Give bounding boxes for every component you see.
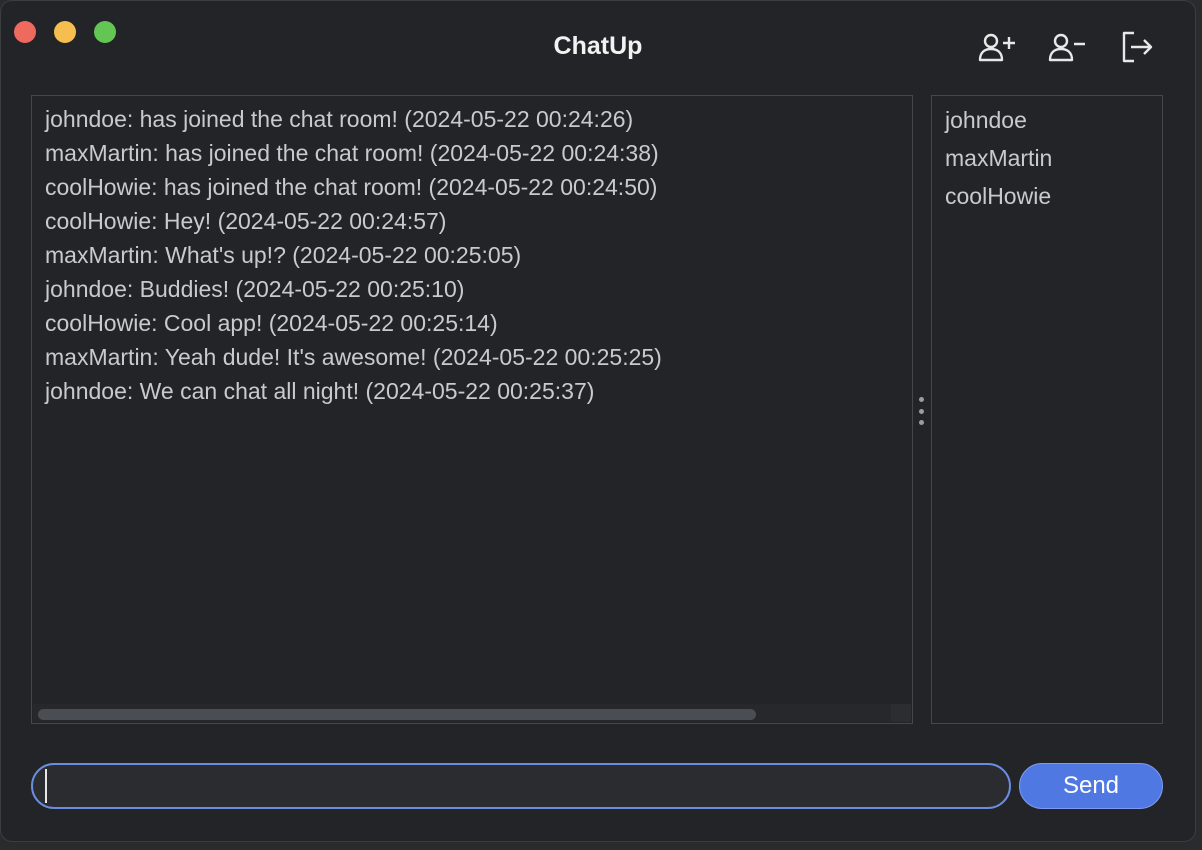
user-list-item[interactable]: maxMartin [945, 139, 1162, 177]
chat-message: coolHowie: Cool app! (2024-05-22 00:25:1… [45, 310, 498, 336]
splitter-dot [918, 408, 924, 414]
text-caret [45, 769, 47, 803]
chat-window: ChatUp johndoe: has joined the chat room… [0, 0, 1196, 842]
message-list: johndoe: has joined the chat room! (2024… [45, 102, 904, 408]
splitter-dot [918, 420, 924, 425]
message-input[interactable] [31, 763, 1011, 809]
chat-message: coolHowie: has joined the chat room! (20… [45, 174, 658, 200]
splitter-dot [918, 397, 924, 402]
pane-splitter-handle[interactable] [917, 397, 925, 425]
add-user-button[interactable] [977, 29, 1017, 65]
chat-message: johndoe: Buddies! (2024-05-22 00:25:10) [45, 276, 465, 302]
title-bar[interactable]: ChatUp [1, 1, 1195, 85]
chat-message: maxMartin: What's up!? (2024-05-22 00:25… [45, 242, 522, 268]
chat-message: maxMartin: Yeah dude! It's awesome! (202… [45, 344, 662, 370]
chat-message: johndoe: We can chat all night! (2024-05… [45, 378, 595, 404]
user-list-item[interactable]: coolHowie [945, 177, 1162, 215]
user-list: johndoe maxMartin coolHowie [932, 96, 1162, 215]
chat-message: johndoe: has joined the chat room! (2024… [45, 106, 634, 132]
remove-user-icon [1048, 33, 1085, 62]
horizontal-scrollbar-thumb[interactable] [38, 709, 756, 720]
add-user-icon [978, 33, 1015, 62]
chat-message: coolHowie: Hey! (2024-05-22 00:24:57) [45, 208, 447, 234]
remove-user-button[interactable] [1047, 29, 1087, 65]
user-list-pane[interactable]: johndoe maxMartin coolHowie [931, 95, 1163, 724]
logout-icon [1122, 31, 1153, 63]
horizontal-scrollbar[interactable] [33, 704, 891, 722]
user-list-item[interactable]: johndoe [945, 101, 1162, 139]
scrollbar-corner [891, 704, 911, 722]
send-button[interactable]: Send [1019, 763, 1163, 809]
chat-history-pane[interactable]: johndoe: has joined the chat room! (2024… [31, 95, 913, 724]
logout-button[interactable] [1117, 29, 1157, 65]
chat-message: maxMartin: has joined the chat room! (20… [45, 140, 659, 166]
